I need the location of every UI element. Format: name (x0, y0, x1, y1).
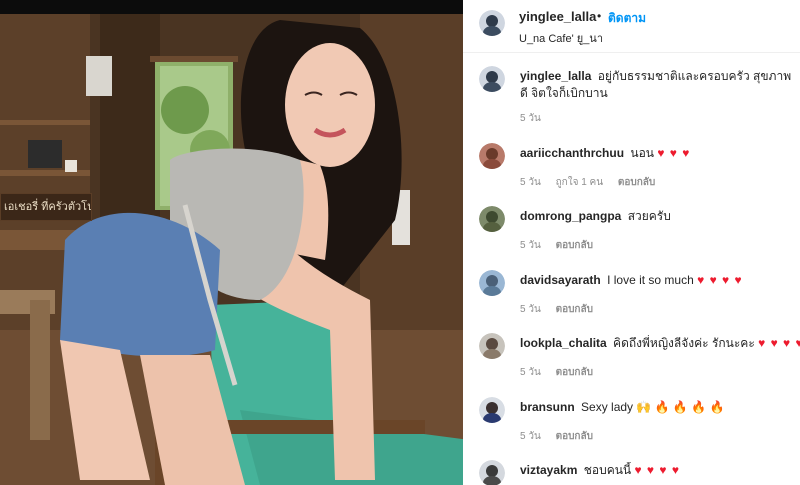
heart-emojis: ♥ ♥ ♥ ♥ (697, 273, 743, 287)
location-link[interactable]: U_na Cafe' ยู_นา (519, 29, 603, 47)
comment-text: bransunn Sexy lady 🙌 🔥 🔥 🔥 🔥 (520, 399, 800, 416)
separator-dot: • (597, 9, 602, 23)
comment-body: I love it so much (607, 273, 694, 287)
heart-emojis: ♥ ♥ ♥ ♥ (634, 463, 680, 477)
avatar[interactable] (479, 66, 505, 92)
avatar[interactable] (479, 10, 505, 36)
reply-button[interactable]: ตอบกลับ (556, 304, 593, 315)
reply-button[interactable]: ตอบกลับ (556, 431, 593, 442)
comment-body: ชอบคนนี้ (583, 463, 632, 477)
avatar[interactable] (479, 397, 505, 423)
photo-top-edge (0, 0, 463, 14)
reply-button[interactable]: ตอบกลับ (618, 177, 655, 188)
comment-username[interactable]: lookpla_chalita (520, 336, 607, 350)
comment-body: สวยครับ (627, 209, 671, 223)
comment-text: aariicchanthrchuu นอน ♥ ♥ ♥ (520, 145, 800, 162)
comment-username[interactable]: davidsayarath (520, 273, 601, 287)
comment-likes[interactable]: ถูกใจ 1 คน (556, 177, 604, 188)
comment-meta: 5 วัน ตอบกลับ (520, 365, 605, 380)
comment-text: lookpla_chalita คิดถึงพี่หญิงลีจังค่ะ รั… (520, 335, 800, 352)
avatar[interactable] (479, 143, 505, 169)
comment-time[interactable]: 5 วัน (520, 177, 541, 188)
heart-emojis: ♥ ♥ ♥ ♥ (758, 336, 800, 350)
comment-meta: 5 วัน ตอบกลับ (520, 429, 605, 444)
comments-panel: yinglee_lalla • ติดตาม U_na Cafe' ยู_นา … (463, 0, 800, 485)
comment-meta: 5 วัน (520, 111, 553, 126)
comment-username[interactable]: bransunn (520, 400, 575, 414)
instagram-post-view: เอเชอรี่ ที่ครัวตัวโป yinglee_lalla • ติ… (0, 0, 800, 485)
comment-time[interactable]: 5 วัน (520, 367, 541, 378)
avatar[interactable] (479, 460, 505, 485)
post-header: yinglee_lalla • ติดตาม U_na Cafe' ยู_นา (463, 0, 800, 53)
comment-time[interactable]: 5 วัน (520, 113, 541, 124)
comment-username[interactable]: viztayakm (520, 463, 577, 477)
comment-time[interactable]: 5 วัน (520, 304, 541, 315)
comment-meta: 5 วัน ตอบกลับ (520, 302, 605, 317)
comment-meta: 5 วัน ถูกใจ 1 คน ตอบกลับ (520, 175, 667, 190)
heart-emojis: ♥ ♥ ♥ (657, 146, 691, 160)
avatar[interactable] (479, 270, 505, 296)
comment-body: คิดถึงพี่หญิงลีจังค่ะ รักนะคะ (613, 336, 755, 350)
comment-meta: 5 วัน ตอบกลับ (520, 238, 605, 253)
comment-text: domrong_pangpa สวยครับ (520, 208, 800, 225)
comment-username[interactable]: domrong_pangpa (520, 209, 621, 223)
comment-username[interactable]: yinglee_lalla (520, 69, 591, 83)
post-photo[interactable]: เอเชอรี่ ที่ครัวตัวโป (0, 0, 463, 485)
comment-text: yinglee_lalla อยู่กับธรรมชาติและครอบครัว… (520, 68, 792, 102)
comment-body: Sexy lady 🙌 🔥 🔥 🔥 🔥 (581, 400, 725, 414)
avatar[interactable] (479, 333, 505, 359)
follow-button[interactable]: ติดตาม (608, 9, 646, 28)
comment-time[interactable]: 5 วัน (520, 240, 541, 251)
comment-text: davidsayarath I love it so much ♥ ♥ ♥ ♥ (520, 272, 800, 289)
comment-body: นอน (630, 146, 654, 160)
reply-button[interactable]: ตอบกลับ (556, 240, 593, 251)
comment-text: viztayakm ชอบคนนี้ ♥ ♥ ♥ ♥ (520, 462, 800, 479)
avatar[interactable] (479, 206, 505, 232)
author-username[interactable]: yinglee_lalla (519, 9, 596, 24)
reply-button[interactable]: ตอบกลับ (556, 367, 593, 378)
cafe-sign: เอเชอรี่ ที่ครัวตัวโป (0, 193, 92, 221)
photo-illustration (0, 0, 463, 485)
comment-time[interactable]: 5 วัน (520, 431, 541, 442)
comment-username[interactable]: aariicchanthrchuu (520, 146, 624, 160)
